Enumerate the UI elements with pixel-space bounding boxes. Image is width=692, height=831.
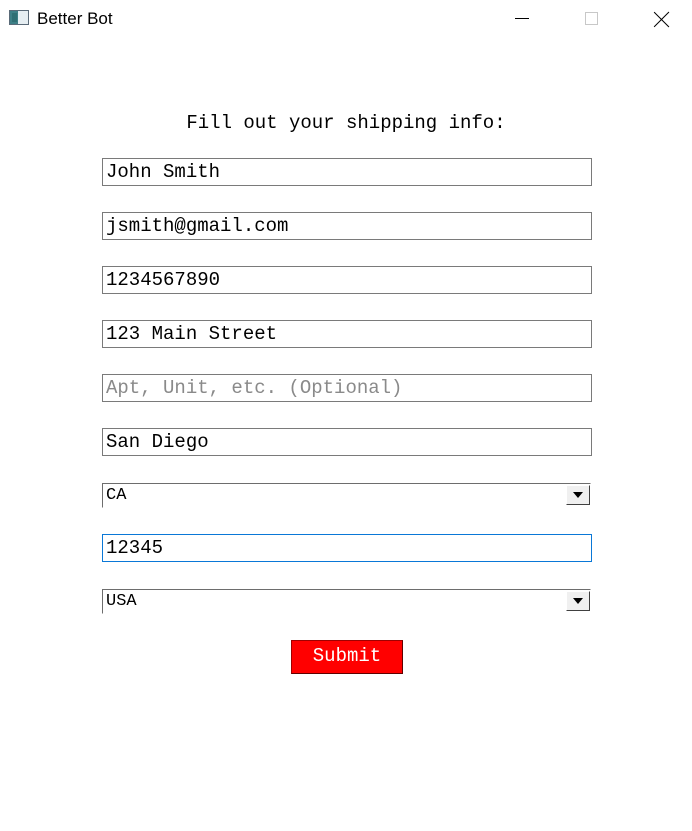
app-icon: [9, 10, 29, 25]
close-button[interactable]: [639, 0, 685, 38]
title-bar: Better Bot: [0, 0, 692, 40]
country-dropdown-arrow-icon[interactable]: [566, 591, 590, 611]
phone-field[interactable]: [102, 266, 592, 294]
zip-field[interactable]: [102, 534, 592, 562]
maximize-icon: [585, 12, 598, 25]
country-select-value: USA: [106, 592, 137, 611]
submit-button[interactable]: Submit: [291, 640, 403, 674]
state-select[interactable]: CA: [102, 483, 591, 508]
address-line1-field[interactable]: [102, 320, 592, 348]
maximize-button[interactable]: [569, 0, 615, 38]
window-title: Better Bot: [37, 9, 113, 28]
country-select[interactable]: USA: [102, 589, 591, 614]
email-field[interactable]: [102, 212, 592, 240]
form-heading: Fill out your shipping info:: [186, 112, 506, 134]
minimize-icon: [515, 18, 529, 19]
city-field[interactable]: [102, 428, 592, 456]
close-icon: [654, 11, 670, 27]
name-field[interactable]: [102, 158, 592, 186]
state-dropdown-arrow-icon[interactable]: [566, 485, 590, 505]
state-select-value: CA: [106, 486, 127, 505]
minimize-button[interactable]: [499, 0, 545, 38]
address-line2-field[interactable]: [102, 374, 592, 402]
